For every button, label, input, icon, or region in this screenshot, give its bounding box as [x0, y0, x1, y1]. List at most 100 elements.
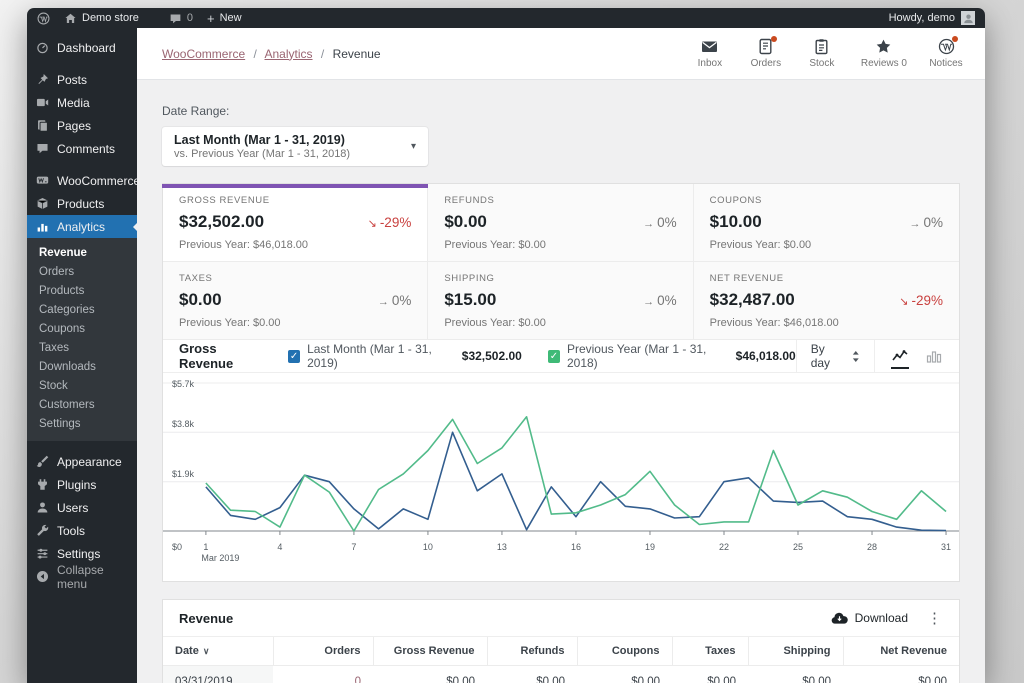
header-action-inbox[interactable]: Inbox — [693, 38, 727, 69]
column-header-refunds[interactable]: Refunds — [486, 637, 577, 666]
checkbox-checked-icon[interactable]: ✓ — [287, 349, 301, 363]
trend-value: 0% — [657, 293, 677, 308]
card-value: $32,487.00 — [709, 290, 795, 309]
column-header-date[interactable]: Date ∨ — [163, 637, 273, 666]
trend-value: -29% — [379, 215, 412, 230]
breadcrumb-separator: / — [320, 46, 325, 61]
trend-flat-icon: → — [643, 218, 655, 230]
header-action-reviews-0[interactable]: Reviews 0 — [861, 38, 907, 69]
column-header-coupons[interactable]: Coupons — [576, 637, 672, 666]
sidebar-item-woocommerce[interactable]: WooCommerce — [27, 169, 141, 192]
column-header-net-revenue[interactable]: Net Revenue — [842, 637, 959, 666]
avatar[interactable] — [961, 11, 975, 25]
summary-card-gross-revenue[interactable]: GROSS REVENUE $32,502.00 ↘ -29% Previous Yea… — [161, 184, 429, 262]
bar-chart-icon[interactable] — [925, 347, 943, 365]
trend-badge: → 0% — [378, 293, 412, 308]
column-header-taxes[interactable]: Taxes — [671, 637, 748, 666]
sidebar-item-appearance[interactable]: Appearance — [27, 450, 137, 473]
submenu-item-categories[interactable]: Categories — [27, 300, 137, 319]
pages-icon — [36, 119, 49, 132]
submenu-item-customers[interactable]: Customers — [27, 395, 137, 414]
sidebar-item-label: Users — [57, 500, 89, 515]
trend-down-icon: ↘ — [899, 296, 909, 308]
wc-admin-header: WooCommerce / Analytics / Revenue Inbox O… — [137, 28, 985, 80]
sidebar-item-dashboard[interactable]: Dashboard — [27, 36, 137, 59]
card-previous-value: Previous Year: $46,018.00 — [709, 317, 839, 329]
wp-logo-menu[interactable] — [37, 12, 50, 25]
header-action-label: Reviews 0 — [860, 58, 907, 69]
card-value: $32,502.00 — [179, 212, 265, 231]
y-axis-zero-label: $0 — [172, 542, 183, 552]
sidebar-item-products[interactable]: Products — [27, 192, 137, 215]
submenu-item-downloads[interactable]: Downloads — [27, 357, 137, 376]
interval-select[interactable]: By day — [795, 340, 874, 372]
date-range-label: Date Range: — [162, 104, 230, 118]
card-label: SHIPPING — [444, 273, 495, 284]
sidebar-item-media[interactable]: Media — [27, 91, 137, 114]
trend-value: 0% — [391, 293, 412, 308]
submenu-item-coupons[interactable]: Coupons — [27, 319, 137, 338]
wordpress-logo-icon — [37, 12, 50, 25]
kebab-menu-icon[interactable]: ⋮ — [924, 609, 945, 627]
sidebar-item-tools[interactable]: Tools — [27, 519, 137, 542]
chart-body[interactable]: $1.9k $3.8k $5.7k $0 1 4 7 10 13 16 19 22 25 28 31 Mar… — [163, 373, 959, 581]
revenue-table-panel: Revenue Download ⋮ Date ∨ Orders Gross R… — [162, 599, 960, 683]
products-icon — [36, 197, 49, 210]
main-area: WooCommerce / Analytics / Revenue Inbox O… — [137, 28, 985, 683]
submenu-item-orders[interactable]: Orders — [27, 262, 137, 281]
value-cell: $0.00 — [487, 665, 577, 683]
breadcrumb-woocommerce-link[interactable]: WooCommerce — [162, 47, 245, 61]
site-link[interactable]: Demo store — [64, 12, 139, 25]
sidebar-item-comments[interactable]: Comments — [27, 137, 137, 160]
sidebar-item-collapse-menu[interactable]: Collapse menu — [27, 563, 137, 591]
legend-total: $46,018.00 — [735, 349, 796, 363]
submenu-item-revenue[interactable]: Revenue — [27, 243, 137, 262]
howdy-label[interactable]: Howdy, demo — [889, 12, 955, 24]
card-previous-value: Previous Year: $0.00 — [179, 317, 281, 329]
value-cell: $0.00 — [748, 665, 843, 683]
submenu-item-products[interactable]: Products — [27, 281, 137, 300]
x-axis-tick-label: 16 — [570, 542, 581, 552]
orders-link[interactable]: 0 — [355, 676, 361, 683]
download-button[interactable]: Download — [831, 611, 908, 625]
summary-card-coupons[interactable]: COUPONS $10.00 → 0% Previous Year: $0.00 — [693, 184, 959, 262]
sidebar-item-label: Pages — [57, 118, 92, 133]
y-axis-label: $3.8k — [172, 419, 195, 430]
new-content-button[interactable]: + New — [207, 11, 242, 26]
sidebar-item-posts[interactable]: Posts — [27, 68, 137, 91]
sidebar-item-label: WooCommerce — [57, 173, 141, 188]
legend-item[interactable]: ✓ Previous Year (Mar 1 - 31, 2018) $46,018… — [547, 342, 796, 370]
sidebar-item-analytics[interactable]: Analytics — [27, 215, 137, 238]
checkbox-checked-icon[interactable]: ✓ — [547, 349, 560, 363]
header-action-orders[interactable]: Orders — [749, 36, 783, 69]
summary-card-net-revenue[interactable]: NET REVENUE $32,487.00 ↘ -29% Previous Year:… — [693, 262, 959, 340]
submenu-item-settings[interactable]: Settings — [27, 414, 137, 433]
column-header-gross-revenue[interactable]: Gross Revenue — [372, 637, 487, 666]
submenu-item-stock[interactable]: Stock — [27, 376, 137, 395]
sidebar-item-label: Appearance — [57, 454, 122, 469]
legend-item[interactable]: ✓ Last Month (Mar 1 - 31, 2019) $32,502.00 — [287, 342, 522, 370]
sidebar-item-users[interactable]: Users — [27, 496, 137, 519]
line-chart-icon[interactable] — [891, 347, 909, 369]
sidebar-item-pages[interactable]: Pages — [27, 114, 137, 137]
x-axis-tick-label: 13 — [496, 542, 507, 552]
media-icon — [36, 96, 49, 109]
card-label: COUPONS — [709, 195, 762, 206]
submenu-item-taxes[interactable]: Taxes — [27, 338, 137, 357]
summary-card-shipping[interactable]: SHIPPING $15.00 → 0% Previous Year: $0.00 — [428, 262, 694, 340]
site-name: Demo store — [82, 12, 139, 24]
sidebar-item-label: Dashboard — [57, 40, 116, 55]
summary-card-refunds[interactable]: REFUNDS $0.00 → 0% Previous Year: $0.00 — [428, 184, 694, 262]
value-cell: $0.00 — [373, 665, 487, 683]
header-action-notices[interactable]: Notices — [929, 36, 963, 69]
summary-card-taxes[interactable]: TAXES $0.00 → 0% Previous Year: $0.00 — [163, 262, 429, 340]
header-action-stock[interactable]: Stock — [805, 38, 839, 69]
breadcrumb-analytics-link[interactable]: Analytics — [265, 47, 313, 61]
date-range-picker[interactable]: Last Month (Mar 1 - 31, 2019) vs. Previo… — [162, 127, 428, 166]
chevron-down-icon: ▾ — [410, 141, 416, 152]
sidebar-item-label: Comments — [57, 141, 116, 156]
column-header-shipping[interactable]: Shipping — [747, 637, 843, 666]
column-header-orders[interactable]: Orders — [272, 637, 373, 666]
comments-shortcut[interactable]: 0 — [169, 12, 193, 25]
sidebar-item-plugins[interactable]: Plugins — [27, 473, 137, 496]
